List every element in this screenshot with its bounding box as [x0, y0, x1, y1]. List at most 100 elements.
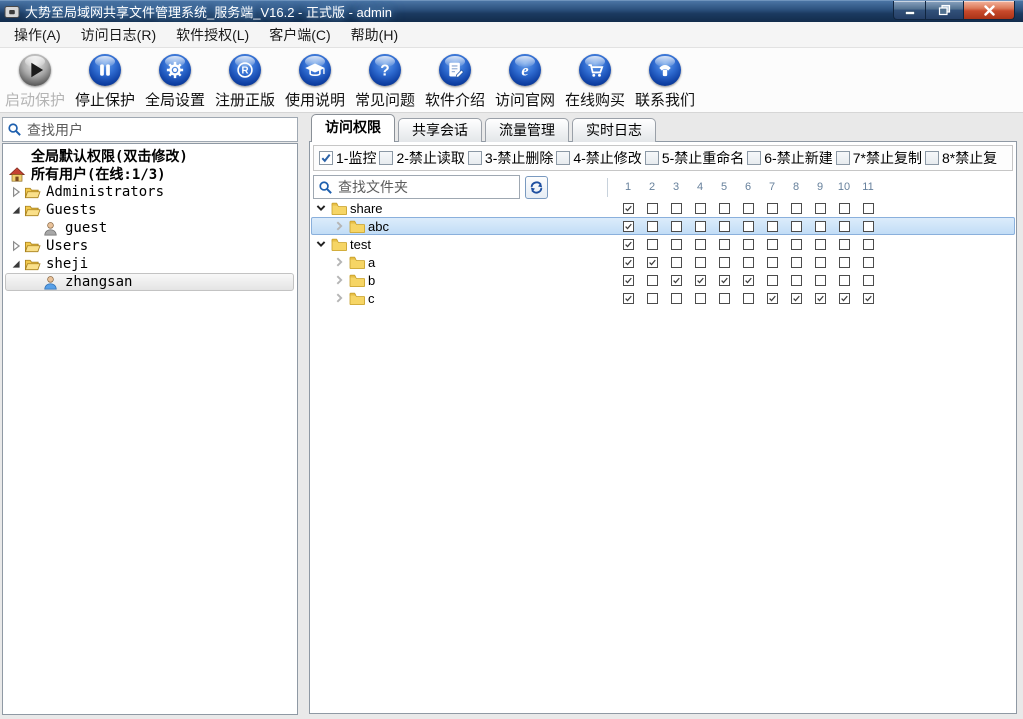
grid-checkbox[interactable]	[815, 221, 826, 232]
grid-checkbox[interactable]	[791, 293, 802, 304]
grid-checkbox[interactable]	[671, 239, 682, 250]
grid-checkbox[interactable]	[719, 293, 730, 304]
toolbar-button-gear[interactable]: 全局设置	[140, 48, 210, 112]
menu-item[interactable]: 帮助(H)	[341, 22, 408, 48]
permission-checkbox[interactable]	[468, 151, 482, 165]
folder-row[interactable]: b	[310, 271, 1016, 289]
expander-collapsed-icon[interactable]	[333, 292, 345, 304]
grid-checkbox[interactable]	[671, 293, 682, 304]
toolbar-button-document[interactable]: 软件介绍	[420, 48, 490, 112]
permission-option[interactable]: 8*禁止复	[925, 148, 997, 168]
menu-item[interactable]: 客户端(C)	[259, 22, 340, 48]
grid-checkbox[interactable]	[695, 275, 706, 286]
grid-checkbox[interactable]	[671, 203, 682, 214]
tree-item-group[interactable]: Administrators	[3, 183, 297, 201]
grid-checkbox[interactable]	[839, 293, 850, 304]
grid-checkbox[interactable]	[839, 275, 850, 286]
tab-inactive[interactable]: 实时日志	[572, 118, 656, 142]
tab-inactive[interactable]: 共享会话	[398, 118, 482, 142]
grid-checkbox[interactable]	[815, 275, 826, 286]
grid-checkbox[interactable]	[623, 203, 634, 214]
grid-checkbox[interactable]	[863, 221, 874, 232]
expander-collapsed-icon[interactable]	[10, 186, 22, 198]
grid-checkbox[interactable]	[695, 293, 706, 304]
expander-collapsed-icon[interactable]	[10, 240, 22, 252]
permission-checkbox[interactable]	[379, 151, 393, 165]
grid-checkbox[interactable]	[839, 203, 850, 214]
grid-checkbox[interactable]	[863, 239, 874, 250]
grid-checkbox[interactable]	[863, 203, 874, 214]
grid-checkbox[interactable]	[767, 293, 778, 304]
grid-checkbox[interactable]	[767, 239, 778, 250]
tree-item-group[interactable]: sheji	[3, 255, 297, 273]
grid-checkbox[interactable]	[791, 239, 802, 250]
expander-collapsed-icon[interactable]	[333, 220, 345, 232]
grid-checkbox[interactable]	[719, 239, 730, 250]
folder-row[interactable]: a	[310, 253, 1016, 271]
permission-option[interactable]: 5-禁止重命名	[645, 148, 744, 168]
toolbar-button-question[interactable]: ?常见问题	[350, 48, 420, 112]
grid-checkbox[interactable]	[791, 275, 802, 286]
grid-checkbox[interactable]	[623, 257, 634, 268]
expander-expanded-icon[interactable]	[315, 202, 327, 214]
grid-checkbox[interactable]	[647, 221, 658, 232]
expander-expanded-icon[interactable]	[10, 258, 22, 270]
permission-option[interactable]: 6-禁止新建	[747, 148, 832, 168]
grid-checkbox[interactable]	[839, 257, 850, 268]
grid-checkbox[interactable]	[719, 221, 730, 232]
menu-item[interactable]: 操作(A)	[4, 22, 71, 48]
grid-checkbox[interactable]	[623, 275, 634, 286]
grid-checkbox[interactable]	[767, 203, 778, 214]
permission-checkbox[interactable]	[556, 151, 570, 165]
permission-option[interactable]: 2-禁止读取	[379, 148, 464, 168]
tree-item-group[interactable]: Guests	[3, 201, 297, 219]
user-tree[interactable]: 全局默认权限(双击修改)所有用户(在线:1/3)AdministratorsGu…	[2, 143, 298, 715]
grid-checkbox[interactable]	[695, 257, 706, 268]
grid-checkbox[interactable]	[719, 275, 730, 286]
grid-checkbox[interactable]	[623, 221, 634, 232]
expander-collapsed-icon[interactable]	[333, 256, 345, 268]
toolbar-button-pause[interactable]: 停止保护	[70, 48, 140, 112]
tree-item-group[interactable]: Users	[3, 237, 297, 255]
grid-checkbox[interactable]	[767, 275, 778, 286]
folder-search-input[interactable]	[333, 176, 519, 198]
grid-checkbox[interactable]	[863, 275, 874, 286]
grid-checkbox[interactable]	[623, 293, 634, 304]
grid-checkbox[interactable]	[647, 239, 658, 250]
folder-tree[interactable]: shareabctestabc	[310, 199, 1016, 713]
permission-option[interactable]: 4-禁止修改	[556, 148, 641, 168]
user-search-input[interactable]	[22, 118, 297, 141]
grid-checkbox[interactable]	[623, 239, 634, 250]
grid-checkbox[interactable]	[791, 221, 802, 232]
permission-checkbox[interactable]	[836, 151, 850, 165]
restore-button[interactable]	[926, 1, 963, 20]
toolbar-button-globe-e[interactable]: e访问官网	[490, 48, 560, 112]
grid-checkbox[interactable]	[743, 239, 754, 250]
grid-checkbox[interactable]	[767, 257, 778, 268]
grid-checkbox[interactable]	[695, 221, 706, 232]
close-button[interactable]	[963, 1, 1015, 20]
grid-checkbox[interactable]	[815, 257, 826, 268]
grid-checkbox[interactable]	[839, 239, 850, 250]
permission-checkbox[interactable]	[645, 151, 659, 165]
tree-item-group[interactable]: 全局默认权限(双击修改)	[3, 147, 297, 165]
permission-option[interactable]: 7*禁止复制	[836, 148, 922, 168]
grid-checkbox[interactable]	[743, 203, 754, 214]
grid-checkbox[interactable]	[671, 221, 682, 232]
grid-checkbox[interactable]	[647, 275, 658, 286]
grid-checkbox[interactable]	[743, 275, 754, 286]
grid-checkbox[interactable]	[671, 275, 682, 286]
tree-item-user[interactable]: guest	[3, 219, 297, 237]
grid-checkbox[interactable]	[815, 293, 826, 304]
toolbar-button-cart[interactable]: 在线购买	[560, 48, 630, 112]
permission-option[interactable]: 1-监控	[319, 148, 376, 168]
permission-checkbox[interactable]	[747, 151, 761, 165]
toolbar-button-registered[interactable]: R注册正版	[210, 48, 280, 112]
grid-checkbox[interactable]	[719, 203, 730, 214]
refresh-button[interactable]	[525, 176, 548, 199]
grid-checkbox[interactable]	[791, 203, 802, 214]
grid-checkbox[interactable]	[743, 221, 754, 232]
folder-row[interactable]: test	[310, 235, 1016, 253]
menu-item[interactable]: 软件授权(L)	[166, 22, 259, 48]
tab-inactive[interactable]: 流量管理	[485, 118, 569, 142]
